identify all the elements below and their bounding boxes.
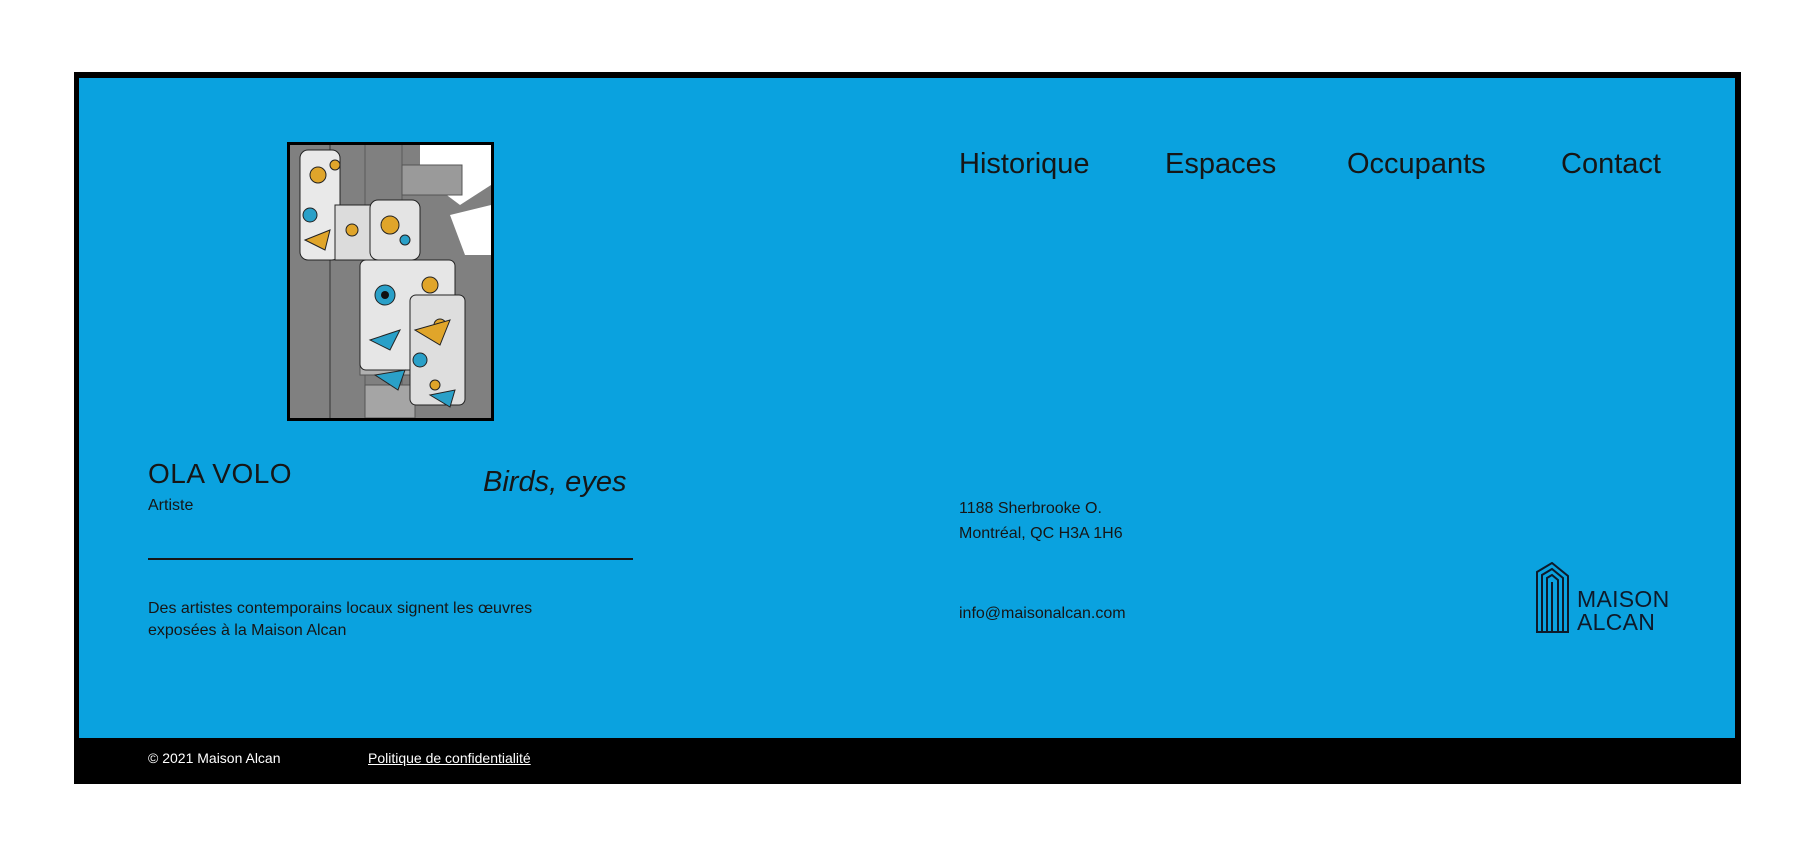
- logo-wordmark: MAISON ALCAN: [1577, 588, 1670, 634]
- nav-link-contact[interactable]: Contact: [1561, 148, 1661, 181]
- mural-artwork-image: [290, 145, 491, 418]
- description-text: Des artistes contemporains locaux signen…: [148, 600, 533, 639]
- privacy-policy-link[interactable]: Politique de confidentialité: [368, 750, 531, 766]
- address-line-2: Montréal, QC H3A 1H6: [959, 525, 1123, 542]
- logo-line-2: ALCAN: [1577, 609, 1656, 635]
- email-link[interactable]: info@maisonalcan.com: [959, 605, 1126, 623]
- nav-link-espaces[interactable]: Espaces: [1165, 148, 1276, 181]
- artist-name: OLA VOLO: [148, 458, 293, 489]
- divider: [148, 558, 633, 560]
- nav-link-occupants[interactable]: Occupants: [1347, 148, 1486, 181]
- maison-alcan-logo[interactable]: MAISON ALCAN: [1535, 561, 1670, 634]
- artwork-image[interactable]: [287, 142, 494, 421]
- building-logo-icon: [1536, 561, 1569, 633]
- copyright-text: © 2021 Maison Alcan: [148, 750, 281, 766]
- artist-role: Artiste: [148, 497, 194, 514]
- address-line-1: 1188 Sherbrooke O.: [959, 500, 1102, 517]
- address: 1188 Sherbrooke O. Montréal, QC H3A 1H6: [959, 496, 1123, 546]
- nav-link-historique[interactable]: Historique: [959, 148, 1090, 181]
- logo-line-1: MAISON: [1577, 586, 1670, 612]
- artwork-title: Birds, eyes: [483, 466, 627, 498]
